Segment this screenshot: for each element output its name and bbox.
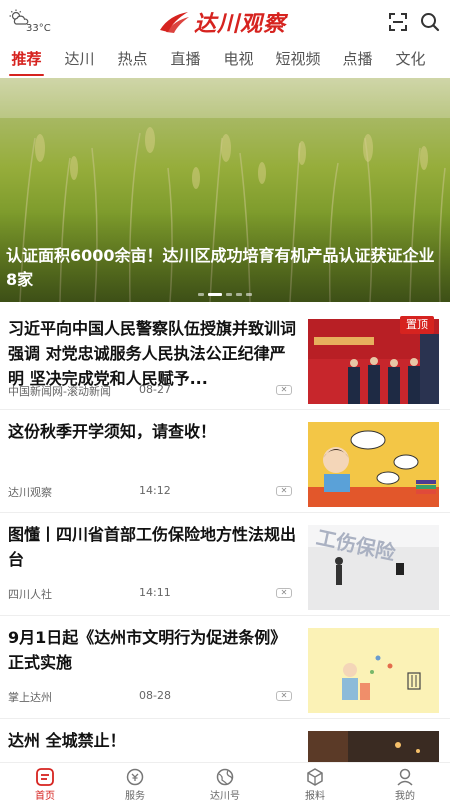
brand-name: 达川观察 <box>194 11 287 37</box>
home-icon <box>36 768 54 786</box>
tab-live[interactable]: 直播 <box>159 44 212 78</box>
tab-short-video[interactable]: 短视频 <box>265 44 331 78</box>
carousel-dot <box>226 293 232 296</box>
carousel-dot <box>198 293 204 296</box>
carousel-dot <box>246 293 252 296</box>
search-button[interactable] <box>418 10 442 34</box>
carousel-indicator <box>0 293 450 296</box>
channel-tabs: 推荐 达川 热点 直播 电视 短视频 点播 文化 <box>0 44 450 78</box>
nav-profile-label: 我的 <box>395 791 415 800</box>
news-time: 14:11 <box>139 586 171 599</box>
search-icon <box>421 13 440 32</box>
brand-logo: 达川观察 <box>158 8 287 37</box>
tab-tv[interactable]: 电视 <box>212 44 265 78</box>
news-time: 08-28 <box>139 689 171 702</box>
nav-service[interactable]: 服务 <box>90 763 180 800</box>
scan-icon <box>389 13 407 31</box>
news-source: 达川观察 <box>8 486 52 499</box>
news-source: 四川人社 <box>8 588 52 601</box>
carousel-dot <box>236 293 242 296</box>
scan-button[interactable] <box>386 10 410 34</box>
school-notice-illustration <box>308 422 439 507</box>
tab-hot[interactable]: 热点 <box>106 44 159 78</box>
user-icon <box>397 768 413 786</box>
news-headline[interactable]: 习近平向中国人民警察队伍授旗并致训词强调 对党忠诚服务人民执法公正纪律严明 坚决… <box>8 316 298 391</box>
nav-report[interactable]: 报料 <box>270 763 360 800</box>
nav-report-label: 报料 <box>305 791 325 800</box>
nav-dachuan-account[interactable]: 达川号 <box>180 763 270 800</box>
dismiss-icon[interactable]: ✕ <box>276 588 292 598</box>
news-item[interactable]: 图懂丨四川省首部工伤保险地方性法规出台 四川人社 14:11 ✕ 工伤保险 <box>0 514 450 616</box>
news-time: 14:12 <box>139 484 171 497</box>
news-headline[interactable]: 达州 全城禁止！ <box>8 728 298 753</box>
banner-carousel[interactable]: 认证面积6000余亩！达川区成功培育有机产品认证获证企业8家 <box>0 78 450 302</box>
news-source: 掌上达州 <box>8 691 52 704</box>
cube-icon <box>307 768 323 786</box>
dismiss-icon[interactable]: ✕ <box>276 486 292 496</box>
civilized-behavior-illustration <box>308 628 439 713</box>
news-headline[interactable]: 9月1日起《达州市文明行为促进条例》正式实施 <box>8 625 298 675</box>
night-street-image <box>308 731 439 762</box>
nav-profile[interactable]: 我的 <box>360 763 450 800</box>
news-source: 中国新闻网-滚动新闻 <box>8 385 111 398</box>
bottom-navigation: 首页 服务 达川号 报料 我的 <box>0 762 450 800</box>
news-time: 08-27 <box>139 383 171 396</box>
news-headline[interactable]: 图懂丨四川省首部工伤保险地方性法规出台 <box>8 522 298 572</box>
news-thumbnail <box>308 628 439 713</box>
news-item[interactable]: 习近平向中国人民警察队伍授旗并致训词强调 对党忠诚服务人民执法公正纪律严明 坚决… <box>0 308 450 410</box>
temperature-text: 33°C <box>26 23 51 34</box>
news-item[interactable]: 这份秋季开学须知，请查收！ 达川观察 14:12 ✕ <box>0 411 450 513</box>
dismiss-icon[interactable]: ✕ <box>276 691 292 701</box>
tab-recommend[interactable]: 推荐 <box>0 44 53 78</box>
news-item[interactable]: 9月1日起《达州市文明行为促进条例》正式实施 掌上达州 08-28 ✕ <box>0 617 450 719</box>
pinned-badge: 置顶 <box>400 316 434 334</box>
tab-vod[interactable]: 点播 <box>331 44 384 78</box>
app-header: 33°C 达川观察 <box>0 0 450 44</box>
news-thumbnail <box>308 731 439 762</box>
tab-dachuan[interactable]: 达川 <box>53 44 106 78</box>
nav-service-label: 服务 <box>125 791 145 800</box>
nav-home[interactable]: 首页 <box>0 763 90 800</box>
dismiss-icon[interactable]: ✕ <box>276 385 292 395</box>
tab-culture[interactable]: 文化 <box>384 44 437 78</box>
service-icon <box>126 768 144 786</box>
banner-title[interactable]: 认证面积6000余亩！达川区成功培育有机产品认证获证企业8家 <box>6 244 442 292</box>
news-headline[interactable]: 这份秋季开学须知，请查收！ <box>8 419 298 444</box>
carousel-dot-active <box>208 293 222 296</box>
news-thumbnail <box>308 422 439 507</box>
work-injury-insurance-image: 工伤保险 <box>308 525 439 610</box>
weather-widget[interactable]: 33°C <box>8 9 52 37</box>
globe-icon <box>216 768 234 786</box>
nav-dachuan-account-label: 达川号 <box>210 791 240 800</box>
nav-home-label: 首页 <box>35 791 55 800</box>
brand-swoosh-icon <box>160 12 189 33</box>
news-thumbnail: 工伤保险 <box>308 525 439 610</box>
